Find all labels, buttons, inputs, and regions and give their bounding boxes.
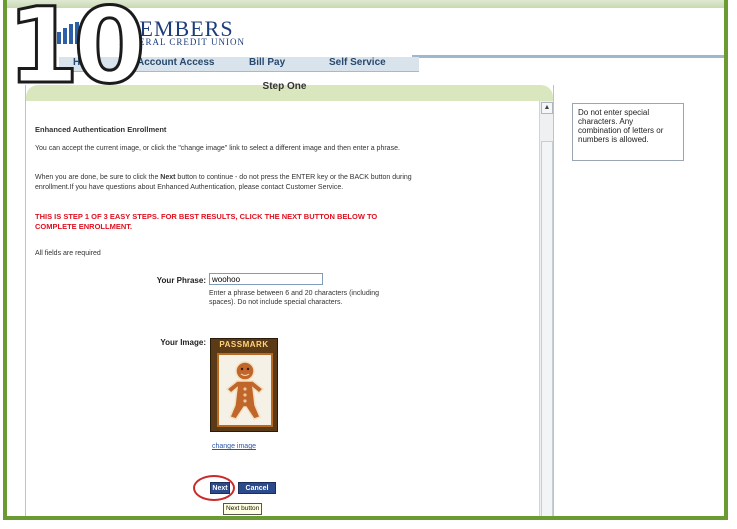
cancel-button[interactable]: Cancel [238, 482, 276, 494]
panel-scrollbar[interactable]: ▲ [539, 101, 553, 516]
gingerbread-image [217, 353, 273, 427]
intro-text: You can accept the current image, or cli… [35, 145, 400, 152]
phrase-input[interactable]: woohoo [209, 273, 323, 285]
nav-item-bill-pay[interactable]: Bill Pay [249, 57, 285, 68]
required-note: All fields are required [35, 250, 101, 257]
scroll-up-arrow-icon[interactable]: ▲ [541, 102, 553, 114]
instructions-next-word: Next [160, 174, 176, 181]
step-warning: THIS IS STEP 1 OF 3 EASY STEPS. FOR BEST… [35, 212, 378, 231]
scroll-thumb[interactable] [541, 141, 553, 516]
image-label: Your Image: [160, 338, 206, 347]
next-button-highlight [193, 475, 235, 501]
passmark-image: PASSMARK [210, 338, 278, 432]
header-rule [412, 55, 724, 58]
instructions-text: When you are done, be sure to click the … [35, 173, 415, 193]
section-heading: Enhanced Authentication Enrollment [35, 125, 167, 134]
next-button-tooltip: Next button [223, 503, 263, 515]
window-frame: MEMBERS FEDERAL CREDIT UNION Home Accoun… [3, 0, 728, 520]
step-number-badge: 10 [7, 0, 147, 107]
phrase-hint: Enter a phrase between 6 and 20 characte… [209, 290, 380, 306]
instructions-text-start: When you are done, be sure to click the [35, 174, 161, 181]
phrase-label: Your Phrase: [156, 276, 206, 285]
change-image-link[interactable]: change image [212, 443, 256, 450]
nav-item-self-service[interactable]: Self Service [329, 57, 386, 68]
side-help-box: Do not enter special characters. Any com… [572, 103, 684, 161]
enrollment-panel: Step One ▲ Enhanced Authentication Enrol… [25, 81, 554, 516]
gingerbread-man-icon [225, 361, 265, 420]
passmark-banner: PASSMARK [219, 340, 269, 349]
